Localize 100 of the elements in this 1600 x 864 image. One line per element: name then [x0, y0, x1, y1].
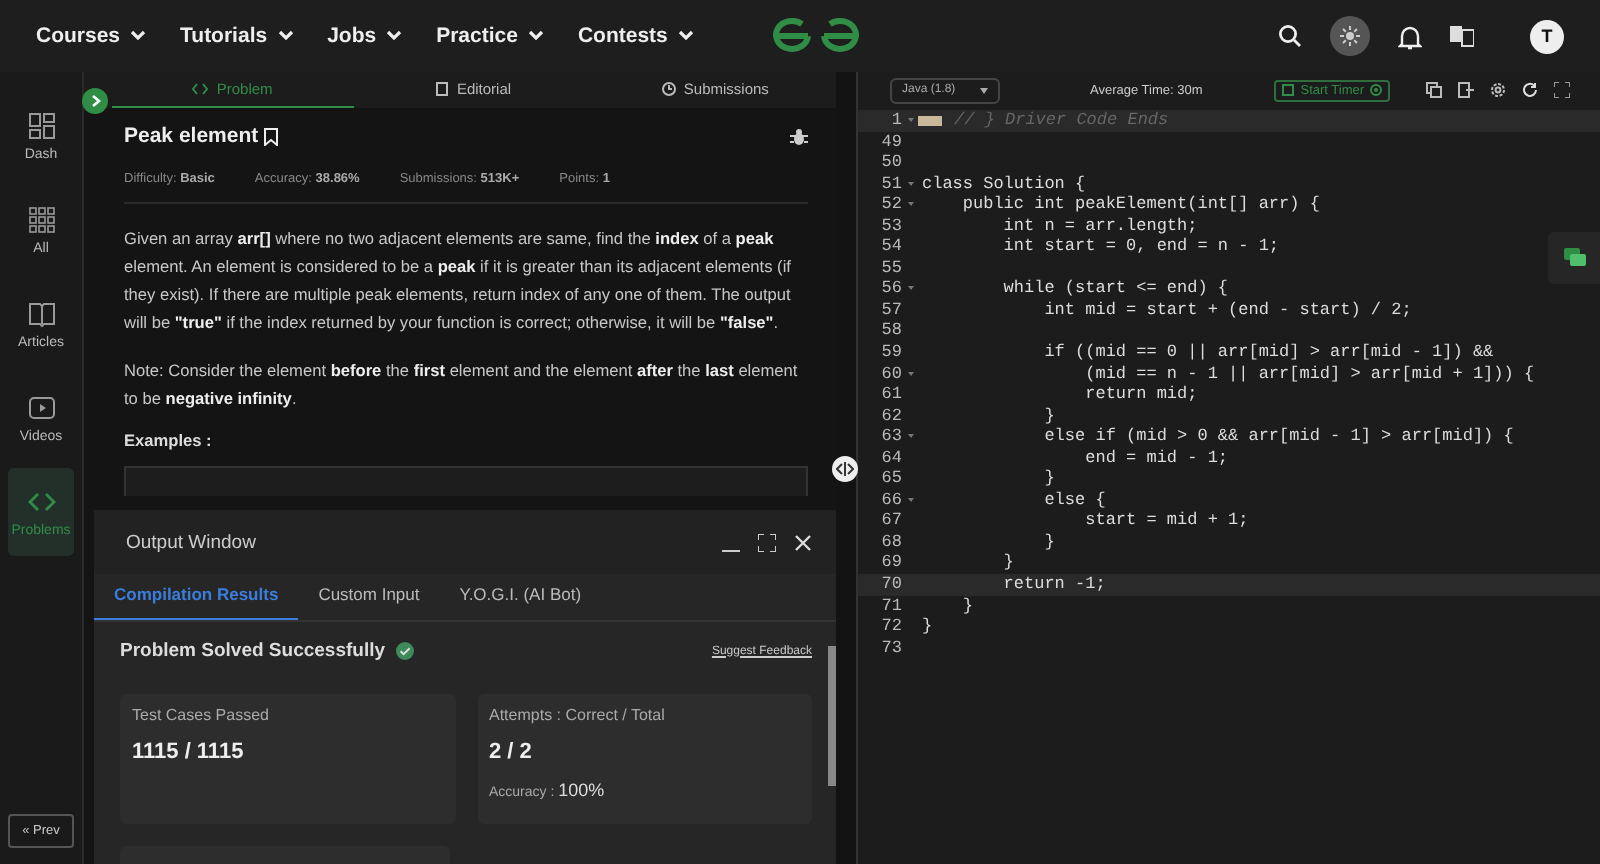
fold-marker-icon[interactable] — [907, 202, 913, 207]
card-label: Test Cases Passed — [132, 706, 271, 724]
fullscreen-icon[interactable] — [1554, 82, 1571, 98]
sun-icon — [1340, 26, 1360, 46]
bookmark-icon[interactable] — [264, 127, 279, 145]
problem-description: Note: Consider the element before the first element and the element after the last element to be negative infinity. — [124, 358, 800, 412]
chat-icon — [1563, 248, 1585, 268]
code-line: int n = arr.length; — [1001, 215, 1198, 237]
square-icon — [1282, 84, 1295, 96]
search-icon[interactable] — [1278, 24, 1302, 48]
problem-description: Given an array arr[] where no two adjacent elements are same, find the index of a peak element. An element is considered to be a peak if it is greater than its adjacent elements (if they exist). If there are multiple peak elements, return index of any one of them. The output will be "true" if the index returned by your function is correct; otherwise, it will be "false". — [124, 226, 793, 336]
resize-handle[interactable] — [832, 456, 858, 482]
nav-menu[interactable]: Courses — [36, 24, 147, 48]
line-number: 53 — [879, 215, 902, 237]
chevron-down-icon — [677, 30, 694, 42]
chevron-right-icon — [89, 94, 101, 108]
nav-menu[interactable]: Jobs — [327, 24, 403, 48]
line-number: 66 — [879, 489, 902, 511]
line-number: 52 — [879, 194, 902, 216]
output-tab[interactable]: Y.O.G.I. (AI Bot) — [439, 574, 602, 620]
check-circle-icon — [395, 642, 414, 660]
chevron-down-icon — [277, 30, 294, 42]
line-number: 51 — [879, 173, 902, 195]
code-line: int start = 0, end = n - 1; — [1001, 236, 1280, 258]
problem-title: Peak element — [124, 124, 259, 148]
output-tab[interactable]: Compilation Results — [94, 574, 299, 620]
line-number: 1 — [889, 110, 902, 132]
fold-marker-icon[interactable] — [907, 118, 913, 122]
examples-heading: Examples : — [124, 430, 214, 450]
clock-icon — [661, 82, 676, 96]
code-line: start = mid + 1; — [1083, 510, 1249, 532]
code-line: while (start <= end) { — [1001, 278, 1229, 300]
nav-menu[interactable]: Contests — [577, 24, 694, 48]
refresh-icon[interactable] — [1522, 82, 1539, 98]
card-value: 1115 / 1115 — [132, 740, 246, 764]
line-number: 59 — [879, 342, 902, 364]
scrollbar[interactable] — [828, 646, 836, 786]
line-number: 50 — [879, 152, 902, 174]
line-number: 73 — [879, 637, 902, 659]
folded-code-marker[interactable] — [918, 115, 942, 126]
card-value: 2 / 2 — [489, 740, 534, 764]
fold-marker-icon[interactable] — [907, 181, 913, 186]
card-label: Attempts : Correct / Total — [489, 706, 667, 724]
code-line: return -1; — [1001, 574, 1106, 596]
grid-icon — [25, 204, 57, 236]
code-line: } — [1042, 468, 1055, 490]
line-number: 61 — [879, 384, 902, 406]
code-comment: // } Driver Code Ends — [952, 110, 1169, 132]
code-line: } — [1042, 405, 1055, 427]
line-number: 60 — [879, 363, 902, 385]
line-number: 67 — [879, 510, 902, 532]
document-icon — [436, 82, 449, 96]
bug-icon[interactable] — [790, 127, 808, 145]
code-line: if ((mid == 0 || arr[mid] > arr[mid - 1]) && — [1042, 342, 1494, 364]
fold-marker-icon[interactable] — [907, 371, 913, 376]
chevron-down-icon — [130, 30, 147, 42]
code-line: int mid = start + (end - start) / 2; — [1042, 299, 1412, 321]
line-number: 68 — [879, 531, 902, 553]
output-tab[interactable]: Custom Input — [298, 574, 440, 620]
code-line: else { — [1042, 489, 1106, 511]
copy-icon[interactable] — [1426, 82, 1443, 98]
expand-icon[interactable] — [758, 533, 776, 551]
line-number: 64 — [879, 447, 902, 469]
line-number: 54 — [879, 236, 902, 258]
resize-arrows-icon — [836, 462, 854, 476]
code-line: (mid == n - 1 || arr[mid] > arr[mid + 1])) { — [1083, 363, 1535, 385]
theme-toggle[interactable] — [1330, 16, 1370, 56]
code-line: end = mid - 1; — [1083, 447, 1229, 469]
line-number: 56 — [879, 278, 902, 300]
chat-button[interactable] — [1548, 232, 1600, 284]
line-number: 58 — [879, 320, 902, 343]
output-window-title: Output Window — [126, 531, 256, 553]
status-message: Problem Solved Successfully — [120, 640, 386, 662]
nav-menu[interactable]: Practice — [436, 24, 544, 48]
user-avatar[interactable]: T — [1530, 19, 1564, 53]
nav-menu[interactable]: Tutorials — [180, 24, 294, 48]
book-icon — [25, 298, 57, 330]
line-number: 63 — [879, 426, 902, 448]
code-icon — [192, 82, 209, 96]
file-icon[interactable] — [1458, 82, 1475, 98]
dashboard-icon — [25, 110, 57, 142]
line-number: 69 — [879, 552, 902, 575]
fold-marker-icon[interactable] — [907, 286, 913, 291]
line-number: 70 — [879, 574, 902, 596]
code-line: else if (mid > 0 && arr[mid - 1] > arr[mid]) { — [1042, 426, 1514, 448]
close-icon[interactable] — [794, 533, 812, 551]
settings-icon[interactable] — [1490, 82, 1507, 98]
record-icon — [1370, 84, 1383, 96]
line-number: 71 — [879, 595, 902, 617]
chevron-down-icon — [527, 30, 544, 42]
video-icon — [25, 392, 57, 424]
line-number: 72 — [879, 616, 902, 638]
bell-icon[interactable] — [1398, 23, 1422, 49]
line-number: 49 — [879, 131, 902, 153]
line-number: 57 — [879, 299, 902, 321]
fold-marker-icon[interactable] — [907, 497, 913, 502]
fold-marker-icon[interactable] — [907, 434, 913, 439]
caret-icon — [980, 87, 988, 93]
line-number: 55 — [879, 257, 902, 279]
chevron-down-icon — [386, 30, 403, 42]
